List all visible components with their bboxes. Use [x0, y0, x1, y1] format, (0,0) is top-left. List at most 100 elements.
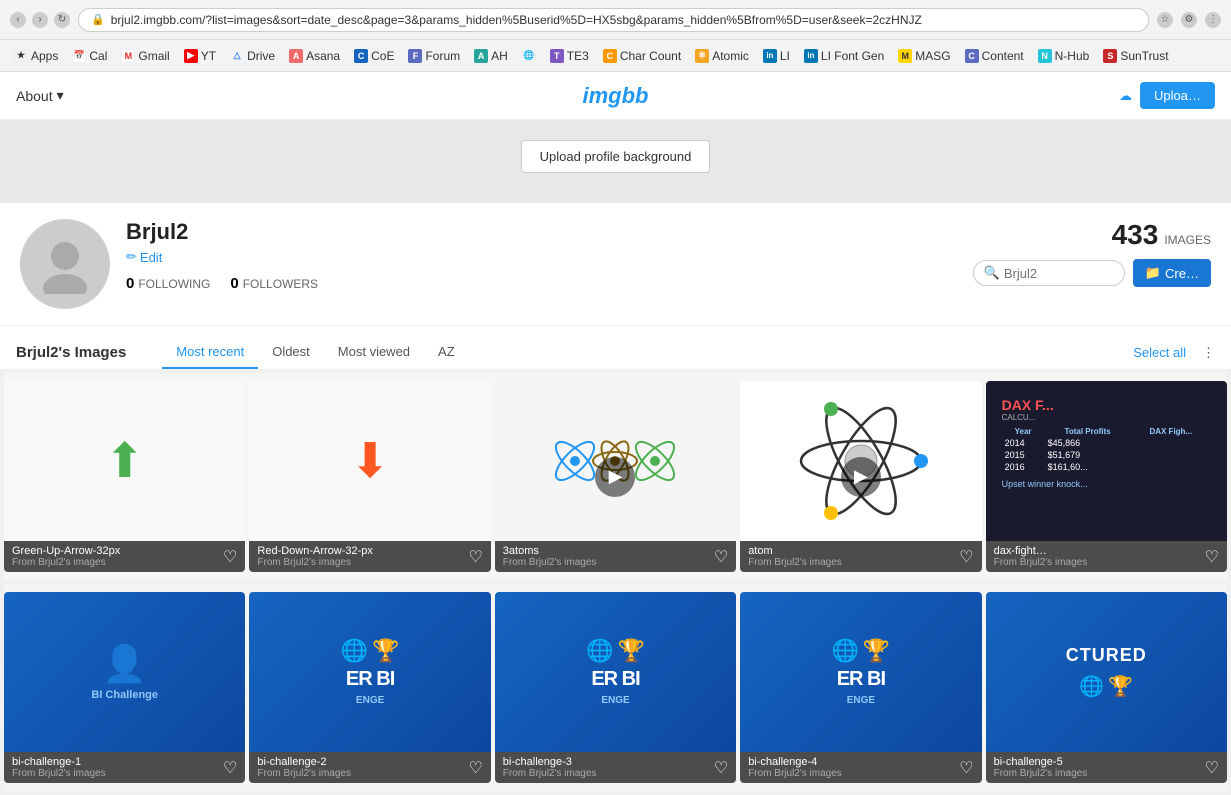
bookmark-cal[interactable]: 📅 Cal [66, 47, 113, 65]
green-arrow-up-icon: ⬆ [105, 433, 145, 489]
create-label: Cre… [1165, 266, 1199, 281]
select-all-link[interactable]: Select all [1133, 345, 1186, 360]
bookmark-lifont-label: LI Font Gen [821, 49, 884, 63]
create-button[interactable]: 📁 Cre… [1133, 259, 1211, 287]
suntrust-icon: S [1103, 49, 1117, 63]
search-box[interactable]: 🔍 [973, 260, 1125, 286]
upload-button[interactable]: Uploa… [1140, 82, 1215, 109]
tab-oldest[interactable]: Oldest [258, 336, 324, 369]
heart-button-bi2[interactable]: ♡ [468, 758, 482, 778]
bookmark-content-label: Content [982, 49, 1024, 63]
address-bar[interactable]: 🔒 brjul2.imgbb.com/?list=images&sort=dat… [78, 8, 1149, 32]
heart-button-atom[interactable]: ♡ [959, 547, 973, 567]
about-menu[interactable]: About ▾ [16, 87, 64, 104]
heart-button-green-up[interactable]: ♡ [223, 547, 237, 567]
bookmark-star-button[interactable]: ☆ [1157, 12, 1173, 28]
bookmark-te3[interactable]: T TE3 [544, 47, 595, 65]
heart-button-bi4[interactable]: ♡ [959, 758, 973, 778]
image-source-bi1: From Brjul2's images [12, 768, 106, 779]
image-title-red-down: Red-Down-Arrow-32-px [257, 545, 373, 557]
bookmark-masg-label: MASG [915, 49, 950, 63]
image-title-atom: atom [748, 545, 842, 557]
more-options-icon[interactable]: ⋮ [1202, 345, 1215, 361]
nav-controls[interactable]: ‹ › ↻ [10, 12, 70, 28]
edit-link[interactable]: ✏ Edit [126, 249, 957, 265]
bookmark-cal-label: Cal [89, 49, 107, 63]
masg-icon: M [898, 49, 912, 63]
image-card-dax[interactable]: DAX F... CALCU... YearTotal ProfitsDAX F… [986, 381, 1227, 572]
image-card-red-down[interactable]: ⬇ Red-Down-Arrow-32-px From Brjul2's ima… [249, 381, 490, 572]
bookmark-asana[interactable]: A Asana [283, 47, 346, 65]
heart-button-bi3[interactable]: ♡ [714, 758, 728, 778]
images-section-title: Brjul2's Images [16, 344, 146, 361]
image-card-green-up[interactable]: ⬆ Green-Up-Arrow-32px From Brjul2's imag… [4, 381, 245, 572]
dax-subtitle: CALCU... [1002, 413, 1036, 422]
upload-bg-button[interactable]: Upload profile background [521, 140, 711, 173]
heart-button-bi1[interactable]: ♡ [223, 758, 237, 778]
heart-button-3atoms[interactable]: ♡ [714, 547, 728, 567]
bookmarks-bar: ★ Apps 📅 Cal M Gmail ▶ YT △ Drive A Asan… [0, 40, 1231, 72]
bookmark-charcount-label: Char Count [620, 49, 681, 63]
tab-most-viewed[interactable]: Most viewed [324, 336, 424, 369]
image-card-bi-person[interactable]: 👤 BI Challenge bi-challenge-1 From Brjul… [4, 592, 245, 783]
heart-button-dax[interactable]: ♡ [1205, 547, 1219, 567]
gmail-icon: M [121, 49, 135, 63]
back-button[interactable]: ‹ [10, 12, 26, 28]
site-logo: imgbb [583, 83, 649, 109]
heart-button-red-down[interactable]: ♡ [468, 547, 482, 567]
bookmark-content[interactable]: C Content [959, 47, 1030, 65]
yt-icon: ▶ [184, 49, 198, 63]
profile-actions: 🔍 📁 Cre… [973, 259, 1211, 287]
profile-background: Upload profile background [0, 120, 1231, 203]
menu-button[interactable]: ⋮ [1205, 12, 1221, 28]
bookmark-yt[interactable]: ▶ YT [178, 47, 222, 65]
image-card-bi-er[interactable]: 🌐 🏆 ER BI ENGE bi-challenge-2 From Brjul… [249, 592, 490, 783]
image-title-bi2: bi-challenge-2 [257, 756, 351, 768]
cloud-upload-icon: ☁ [1119, 88, 1132, 104]
bookmark-nhub[interactable]: N N-Hub [1032, 47, 1096, 65]
image-grid: ⬆ Green-Up-Arrow-32px From Brjul2's imag… [4, 373, 1227, 580]
bookmark-masg[interactable]: M MASG [892, 47, 956, 65]
heart-button-bi5[interactable]: ♡ [1205, 758, 1219, 778]
bookmark-suntrust[interactable]: S SunTrust [1097, 47, 1174, 65]
bookmark-coe[interactable]: C CoE [348, 47, 400, 65]
image-source-bi2: From Brjul2's images [257, 768, 351, 779]
bookmark-globe[interactable]: 🌐 [516, 47, 542, 65]
dax-table: YearTotal ProfitsDAX Figh... 2014$45,866… [1002, 426, 1211, 473]
bookmark-atomic[interactable]: ⚛ Atomic [689, 47, 755, 65]
image-caption-bi3: bi-challenge-3 From Brjul2's images ♡ [495, 752, 736, 783]
image-source-green-up: From Brjul2's images [12, 557, 120, 568]
dax-more-text: Upset winner knock... [1002, 479, 1088, 489]
bookmark-charcount[interactable]: C Char Count [597, 47, 687, 65]
refresh-button[interactable]: ↻ [54, 12, 70, 28]
tab-az[interactable]: AZ [424, 336, 469, 369]
image-grid-container: ⬆ Green-Up-Arrow-32px From Brjul2's imag… [0, 369, 1231, 795]
search-input[interactable] [1004, 266, 1114, 281]
red-arrow-down-icon: ⬇ [350, 433, 390, 489]
profile-username: Brjul2 [126, 219, 957, 245]
content-icon: C [965, 49, 979, 63]
image-thumb-red-down: ⬇ [249, 381, 490, 541]
bookmark-gmail-label: Gmail [138, 49, 169, 63]
forward-button[interactable]: › [32, 12, 48, 28]
image-card-atom[interactable]: ▶ atom From Brjul2's images ♡ [740, 381, 981, 572]
image-source-atom: From Brjul2's images [748, 557, 842, 568]
folder-icon: 📁 [1145, 265, 1161, 281]
bookmark-forum[interactable]: F Forum [402, 47, 466, 65]
bookmark-apps[interactable]: ★ Apps [8, 47, 64, 65]
bookmark-ah[interactable]: A AH [468, 47, 514, 65]
image-thumb-bi-er2: 🌐 🏆 ER BI ENGE [495, 592, 736, 752]
bookmark-drive[interactable]: △ Drive [224, 47, 281, 65]
image-card-bi-er2[interactable]: 🌐 🏆 ER BI ENGE bi-challenge-3 From Brjul… [495, 592, 736, 783]
extensions-button[interactable]: ⚙ [1181, 12, 1197, 28]
bookmark-gmail[interactable]: M Gmail [115, 47, 175, 65]
image-card-bi-er3[interactable]: 🌐 🏆 ER BI ENGE bi-challenge-4 From Brjul… [740, 592, 981, 783]
image-card-bi-tured[interactable]: CTURED 🌐 🏆 bi-challenge-5 From Brjul2's … [986, 592, 1227, 783]
bookmark-lifont[interactable]: in LI Font Gen [798, 47, 890, 65]
tab-most-recent[interactable]: Most recent [162, 336, 258, 369]
bookmark-li[interactable]: in LI [757, 47, 796, 65]
image-caption-bi4: bi-challenge-4 From Brjul2's images ♡ [740, 752, 981, 783]
image-card-3atoms[interactable]: ▶ 3atoms From Brjul2's images ♡ [495, 381, 736, 572]
image-title-3atoms: 3atoms [503, 545, 597, 557]
bookmark-yt-label: YT [201, 49, 216, 63]
